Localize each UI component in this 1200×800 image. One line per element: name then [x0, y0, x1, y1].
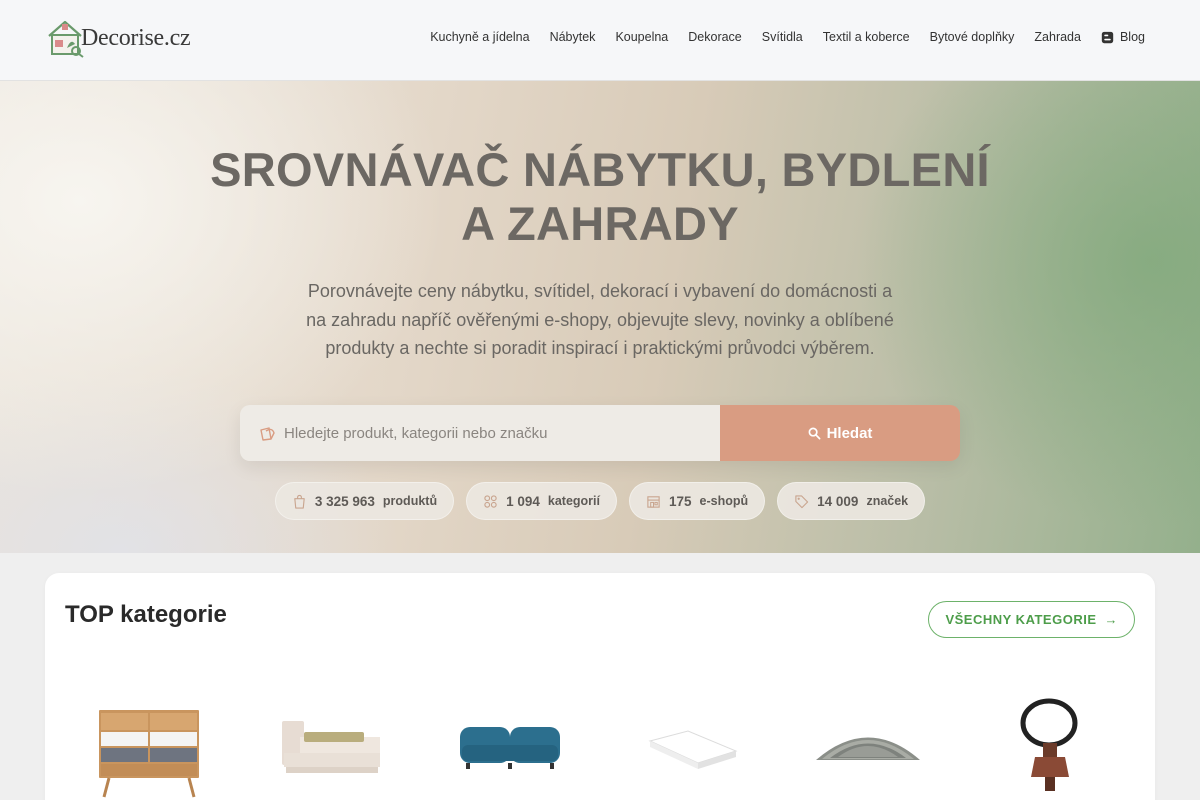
category-item-rug[interactable] — [808, 685, 928, 800]
nav-item-kuchyne[interactable]: Kuchyně a jídelna — [430, 30, 529, 44]
arrow-right-icon: → — [1104, 612, 1118, 627]
category-item-sofa[interactable] — [450, 685, 570, 800]
logo-text: Decorise.cz — [81, 24, 191, 51]
nav-item-dekorace[interactable]: Dekorace — [688, 30, 742, 44]
house-logo-icon — [48, 20, 84, 58]
stat-categories-value: 1 094 — [506, 493, 540, 509]
mattress-image — [648, 730, 738, 769]
hero-title-line2: A ZAHRADY — [461, 197, 739, 250]
hero-section: SROVNÁVAČ NÁBYTKU, BYDLENÍ A ZAHRADY Por… — [0, 81, 1200, 553]
pendant-lamp-image — [1020, 698, 1078, 791]
nav-item-svitidla[interactable]: Svítidla — [762, 30, 803, 44]
grid-icon — [484, 494, 497, 508]
tag-icon — [795, 494, 809, 508]
stats-row: 3 325 963 produktů 1 094 kategorií 175 e… — [0, 482, 1200, 520]
nav-item-koupelna[interactable]: Koupelna — [615, 30, 668, 44]
shopping-bag-icon — [260, 427, 275, 441]
search-button-label: Hledat — [826, 424, 873, 442]
stat-brands-value: 14 009 — [817, 493, 859, 509]
nav-item-zahrada[interactable]: Zahrada — [1034, 30, 1081, 44]
nav-item-textil[interactable]: Textil a koberce — [823, 30, 910, 44]
stat-products-value: 3 325 963 — [314, 493, 375, 509]
store-icon — [647, 495, 660, 508]
shopping-bag-icon — [294, 494, 305, 509]
search-form: Hledat — [240, 405, 960, 461]
top-categories-card: TOP kategorie VŠECHNY KATEGORIE → — [45, 573, 1155, 800]
stat-shops-value: 175 — [669, 493, 692, 509]
site-header: Decorise.cz Kuchyně a jídelna Nábytek Ko… — [0, 0, 1200, 81]
logo[interactable]: Decorise.cz — [45, 18, 191, 58]
blog-label: Blog — [1119, 30, 1145, 44]
top-categories-title: TOP kategorie — [65, 601, 227, 628]
hero-subtitle: Porovnávejte ceny nábytku, svítidel, dek… — [306, 281, 894, 358]
rug-image — [816, 737, 920, 760]
stat-shops: 175 e-shopů — [629, 482, 766, 520]
bed-image — [282, 721, 380, 773]
category-item-bed[interactable] — [270, 685, 390, 800]
dresser-image — [99, 710, 199, 798]
search-field-wrap — [240, 405, 720, 461]
hero-title: SROVNÁVAČ NÁBYTKU, BYDLENÍ A ZAHRADY — [0, 143, 1200, 251]
hero-title-line1: SROVNÁVAČ NÁBYTKU, BYDLENÍ — [210, 143, 990, 196]
all-categories-label: VŠECHNY KATEGORIE — [945, 612, 1097, 627]
all-categories-button[interactable]: VŠECHNY KATEGORIE → — [928, 601, 1135, 638]
nav-item-blog[interactable]: Blog — [1101, 30, 1145, 44]
stat-brands-label: značek — [866, 494, 909, 508]
category-item-mattress[interactable] — [632, 685, 752, 800]
nav-item-nabytek[interactable]: Nábytek — [550, 30, 596, 44]
stat-brands: 14 009 značek — [777, 482, 926, 520]
nav-item-doplnky[interactable]: Bytové doplňky — [930, 30, 1015, 44]
stat-categories: 1 094 kategorií — [466, 482, 617, 520]
main-nav: Kuchyně a jídelna Nábytek Koupelna Dekor… — [430, 30, 1145, 44]
search-icon — [808, 427, 821, 439]
sofa-image — [460, 727, 560, 769]
stat-categories-label: kategorií — [547, 494, 600, 508]
stat-products-label: produktů — [382, 494, 438, 508]
category-item-pendant-lamp[interactable] — [991, 685, 1111, 800]
category-list — [45, 685, 1155, 800]
stat-shops-label: e-shopů — [699, 494, 749, 508]
category-item-dresser[interactable] — [89, 685, 209, 800]
stat-products: 3 325 963 produktů — [274, 482, 455, 520]
search-input[interactable] — [284, 424, 704, 442]
search-button[interactable]: Hledat — [720, 405, 960, 461]
blogger-icon — [1101, 31, 1114, 43]
